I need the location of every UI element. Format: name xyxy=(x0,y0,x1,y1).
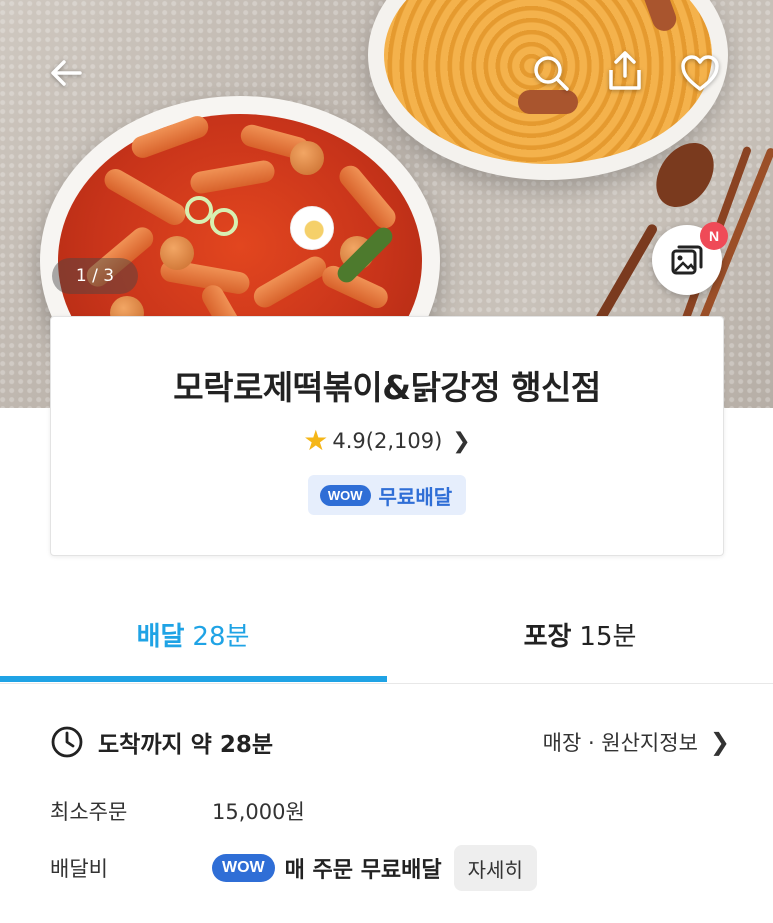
tab-pickup-label: 포장 xyxy=(523,621,572,652)
order-type-tabs: 배달 28분 포장 15분 xyxy=(0,586,773,684)
chevron-right-icon: ❯ xyxy=(709,728,730,756)
wow-badge: WOW xyxy=(319,484,371,506)
min-order-label: 최소주문 xyxy=(50,800,128,824)
tab-pickup[interactable]: 포장 15분 xyxy=(387,586,773,682)
chevron-right-icon: ❯ xyxy=(452,428,471,454)
delivery-fee-label: 배달비 xyxy=(50,857,108,881)
store-name: 모락로제떡볶이&닭강정 행신점 xyxy=(173,368,601,407)
photo-counter: 1 / 3 xyxy=(52,258,138,294)
store-origin-info-link[interactable]: 매장 · 원산지정보 ❯ xyxy=(543,727,730,757)
search-icon xyxy=(534,56,569,91)
photo-review-icon xyxy=(671,245,703,275)
arrival-row: 도착까지 약 28분 매장 · 원산지정보 ❯ xyxy=(50,722,730,762)
rating-link[interactable]: ★ 4.9 (2,109) ❯ xyxy=(303,427,470,455)
active-tab-indicator xyxy=(0,676,387,682)
arrival-time: 도착까지 약 28분 xyxy=(50,725,273,759)
store-origin-info-label: 매장 · 원산지정보 xyxy=(542,731,698,755)
free-delivery-text: 무료배달 xyxy=(378,484,453,509)
detail-button[interactable]: 자세히 xyxy=(453,845,537,891)
tab-pickup-time: 15분 xyxy=(579,621,637,652)
share-button[interactable] xyxy=(600,46,650,96)
back-arrow-icon xyxy=(51,60,82,86)
back-button[interactable] xyxy=(41,48,91,98)
tab-delivery[interactable]: 배달 28분 xyxy=(0,586,386,682)
tab-delivery-label: 배달 xyxy=(136,621,185,652)
store-info-card: 모락로제떡볶이&닭강정 행신점 ★ 4.9 (2,109) ❯ WOW 무료배달 xyxy=(50,316,724,556)
wow-badge: WOW xyxy=(212,854,275,882)
heart-icon xyxy=(681,55,719,91)
clock-icon xyxy=(51,726,83,758)
min-order-row: 최소주문 15,000원 xyxy=(50,793,730,829)
new-badge: N xyxy=(700,222,728,250)
min-order-value: 15,000원 xyxy=(212,800,305,824)
favorite-button[interactable] xyxy=(675,48,725,98)
search-button[interactable] xyxy=(526,48,576,98)
delivery-fee-row: 배달비 WOW 매 주문 무료배달 자세히 xyxy=(50,845,730,891)
delivery-fee-value: 매 주문 무료배달 xyxy=(284,858,442,883)
rating-value: 4.9 xyxy=(332,429,366,453)
tab-delivery-time: 28분 xyxy=(192,621,250,652)
share-icon xyxy=(609,51,641,90)
arrival-text: 도착까지 약 28분 xyxy=(98,732,273,758)
wow-free-delivery-tag: WOW 무료배달 xyxy=(307,475,467,515)
review-count: (2,109) xyxy=(365,429,443,453)
star-icon: ★ xyxy=(303,424,329,457)
